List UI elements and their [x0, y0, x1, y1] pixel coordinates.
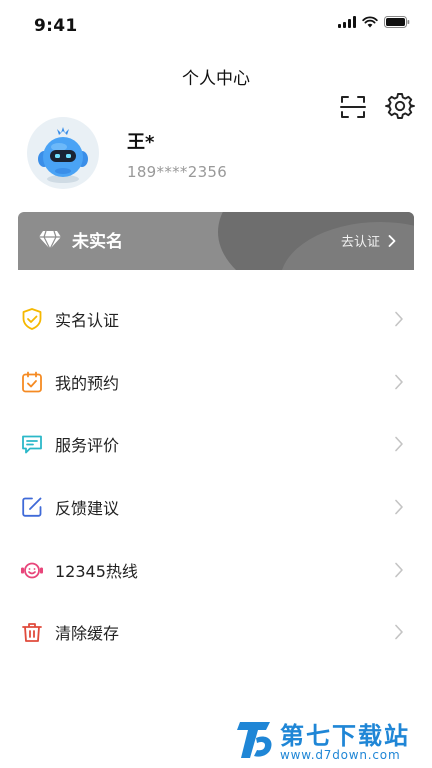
diamond-icon	[39, 230, 61, 250]
watermark: 第七下载站 www.d7down.com	[232, 714, 428, 768]
menu-item-label: 我的预约	[55, 373, 120, 393]
verification-status: 未实名	[38, 227, 123, 252]
menu-list: 实名认证 我的预约 服务评价 反馈建议 12345热线 清除缓存	[0, 288, 432, 664]
chevron-right-icon	[395, 499, 403, 515]
shield-check-icon	[22, 308, 42, 331]
gear-icon[interactable]	[385, 91, 415, 121]
menu-item-label: 服务评价	[55, 436, 120, 456]
menu-item-service-rating[interactable]: 服务评价	[0, 413, 432, 476]
chevron-right-icon	[395, 624, 403, 640]
edit-icon	[22, 497, 42, 517]
verification-status-label: 未实名	[72, 232, 123, 252]
chevron-right-icon	[395, 562, 403, 577]
menu-item-label: 12345热线	[55, 561, 138, 581]
battery-icon	[384, 16, 410, 28]
menu-item-label: 反馈建议	[55, 499, 120, 519]
verification-card[interactable]: 未实名 去认证	[18, 212, 414, 270]
calendar-check-icon	[22, 371, 42, 393]
trash-icon	[22, 623, 42, 643]
hotline-icon	[21, 562, 43, 579]
avatar[interactable]	[27, 117, 99, 189]
menu-item-appointments[interactable]: 我的预约	[0, 351, 432, 414]
scan-icon[interactable]	[339, 93, 367, 121]
chevron-right-icon	[388, 234, 396, 247]
watermark-logo-icon	[237, 722, 272, 758]
user-phone: 189****2356	[127, 163, 228, 181]
screen: 9:41 个人中心 王* 189****2356 未实名 去认证 实名认证 我的…	[0, 0, 432, 768]
menu-item-hotline[interactable]: 12345热线	[0, 538, 432, 601]
chevron-right-icon	[395, 311, 403, 327]
signal-icon	[338, 16, 356, 28]
menu-item-clear-cache[interactable]: 清除缓存	[0, 601, 432, 664]
status-bar: 9:41	[0, 0, 432, 52]
user-name: 王*	[127, 132, 155, 153]
chevron-right-icon	[395, 437, 403, 452]
menu-item-feedback[interactable]: 反馈建议	[0, 476, 432, 539]
wifi-icon	[362, 16, 378, 28]
menu-item-real-name[interactable]: 实名认证	[0, 288, 432, 351]
status-time: 9:41	[34, 16, 78, 36]
watermark-url: www.d7down.com	[280, 748, 401, 762]
chevron-right-icon	[395, 374, 403, 390]
status-icons	[338, 16, 410, 28]
watermark-name: 第七下载站	[280, 722, 410, 750]
menu-item-label: 实名认证	[55, 311, 120, 331]
comment-icon	[22, 436, 42, 454]
page-title: 个人中心	[182, 69, 250, 89]
go-verify-button[interactable]: 去认证	[341, 231, 396, 250]
menu-item-label: 清除缓存	[55, 624, 120, 644]
robot-avatar-icon	[38, 127, 88, 183]
go-verify-label: 去认证	[340, 235, 380, 250]
